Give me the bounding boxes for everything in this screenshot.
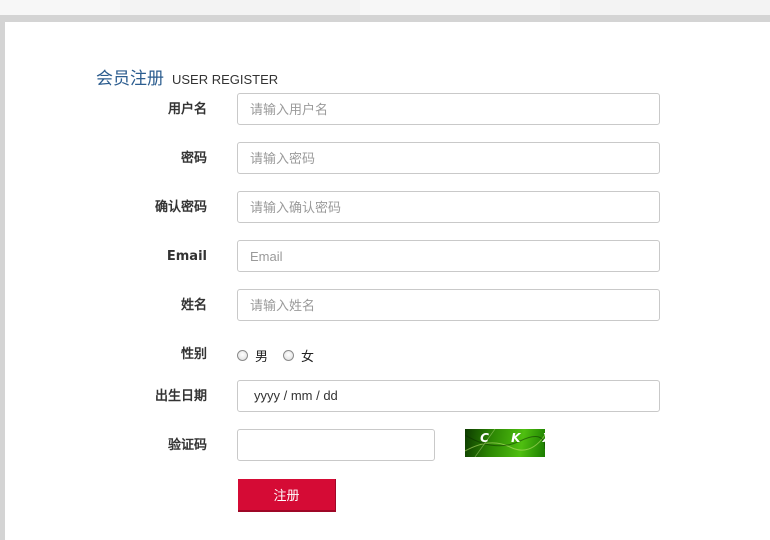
gender-radio-group: 男 女	[237, 343, 329, 367]
confirm-password-label: 确认密码	[154, 200, 207, 215]
page-title-cn: 会员注册	[96, 69, 164, 89]
gender-female-label: 女	[301, 349, 315, 365]
captcha-label: 验证码	[167, 438, 207, 453]
email-label: Email	[166, 249, 207, 264]
password-label: 密码	[180, 151, 207, 166]
captcha-image[interactable]: Z C K X	[465, 429, 545, 457]
browser-top-strip	[0, 0, 770, 15]
email-input[interactable]	[237, 240, 660, 272]
username-input[interactable]	[237, 93, 660, 125]
captcha-input[interactable]	[237, 429, 435, 461]
name-input[interactable]	[237, 289, 660, 321]
register-panel: 会员注册 USER REGISTER 用户名 密码 确认密码 Email 姓名 性…	[5, 22, 770, 540]
page-title: 会员注册 USER REGISTER	[96, 64, 278, 89]
gender-label: 性别	[180, 347, 207, 362]
name-label: 姓名	[180, 298, 207, 313]
page-title-en: USER REGISTER	[172, 72, 279, 87]
gender-male-label: 男	[255, 349, 269, 365]
captcha-noise: Z C K X	[465, 429, 545, 457]
birthdate-label: 出生日期	[154, 389, 207, 404]
username-label: 用户名	[167, 102, 207, 117]
gender-female-radio[interactable]	[283, 349, 295, 361]
birthdate-input[interactable]: yyyy / mm / dd	[237, 380, 660, 412]
register-submit-button[interactable]: 注册	[238, 479, 336, 512]
confirm-password-input[interactable]	[237, 191, 660, 223]
captcha-text: Z C K X	[465, 431, 545, 445]
password-input[interactable]	[237, 142, 660, 174]
gender-male-radio[interactable]	[237, 349, 248, 361]
